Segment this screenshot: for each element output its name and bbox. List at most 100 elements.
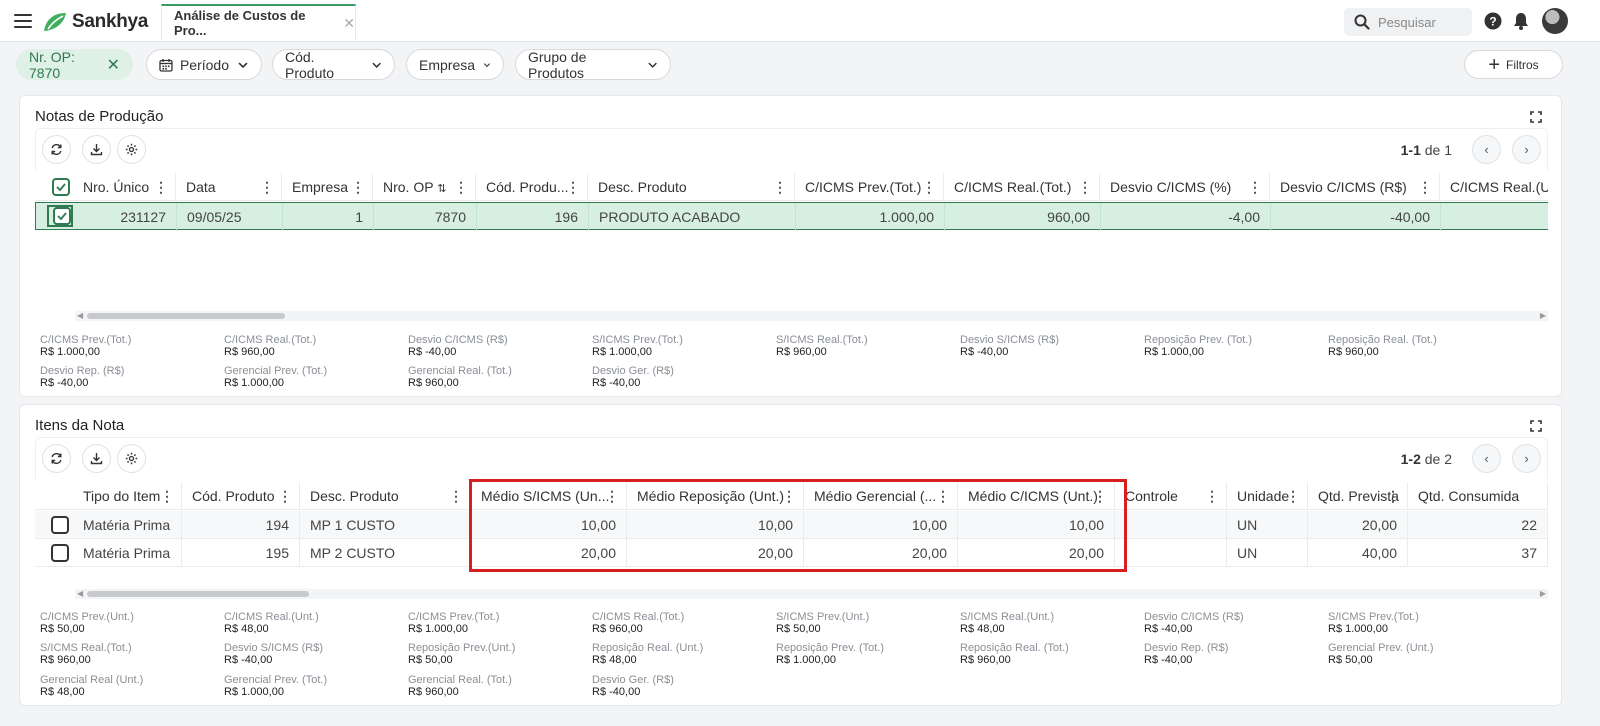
tab-analise-custos[interactable]: Análise de Custos de Pro... ✕ (161, 4, 356, 40)
col-header[interactable]: Nro. OP ⇅ ⋮ (373, 173, 476, 201)
scroll-left-icon[interactable]: ◀ (77, 311, 83, 321)
col-header[interactable]: Tipo do Item ⋮ (73, 482, 182, 510)
menu-icon[interactable] (14, 14, 32, 28)
filter-empresa[interactable]: Empresa (406, 49, 504, 80)
column-menu-icon[interactable]: ⋮ (1286, 482, 1300, 510)
table-row[interactable]: Matéria Prima 195 MP 2 CUSTO 20,00 20,00… (35, 539, 1548, 567)
col-header[interactable]: Cód. Produto ⋮ (182, 482, 300, 510)
col-header[interactable]: Nro. Único ⋮ (73, 173, 176, 201)
col-header[interactable]: C/ICMS Prev.(Tot.) ⋮ (795, 173, 944, 201)
cell: UN (1227, 511, 1308, 539)
column-menu-icon[interactable]: ⋮ (605, 482, 619, 510)
column-menu-icon[interactable]: ⋮ (278, 482, 292, 510)
cell: 40,00 (1308, 539, 1408, 567)
row-checkbox[interactable] (53, 207, 71, 225)
col-header[interactable]: Desvio C/ICMS (%) ⋮ (1100, 173, 1270, 201)
column-menu-icon[interactable]: ⋮ (566, 173, 580, 201)
total-label: S/ICMS Prev.(Tot.) (592, 334, 683, 346)
cell: 960,00 (945, 203, 1101, 231)
column-menu-icon[interactable]: ⋮ (154, 173, 168, 201)
column-menu-icon[interactable]: ⋮ (1386, 482, 1400, 510)
horizontal-scrollbar[interactable]: ◀ ▶ (75, 311, 1548, 321)
filter-chip-nr-op[interactable]: Nr. OP: 7870 ✕ (16, 49, 133, 81)
col-header[interactable]: Desc. Produto ⋮ (300, 482, 471, 510)
app-logo[interactable]: Sankhya (42, 10, 148, 34)
cell: -40,00 (1271, 203, 1441, 231)
column-menu-icon[interactable]: ⋮ (936, 482, 950, 510)
column-menu-icon[interactable]: ⋮ (1078, 173, 1092, 201)
col-header[interactable]: Qtd. Consumida (1408, 482, 1548, 510)
col-header[interactable]: Qtd. Prevista ⋮ (1308, 482, 1408, 510)
col-header[interactable]: Empresa ⋮ (282, 173, 373, 201)
sort-icon[interactable]: ⇅ (437, 183, 446, 195)
column-menu-icon[interactable]: ⋮ (260, 173, 274, 201)
col-header[interactable]: Data ⋮ (176, 173, 282, 201)
col-label: Unidade (1237, 488, 1290, 504)
total-item: Desvio Ger. (R$) R$ -40,00 (592, 674, 776, 698)
filter-cod-produto[interactable]: Cód. Produto (272, 49, 395, 81)
filtros-button[interactable]: + Filtros (1464, 50, 1563, 79)
col-header[interactable]: Desvio C/ICMS (R$) ⋮ (1270, 173, 1440, 201)
table-row[interactable]: Matéria Prima 194 MP 1 CUSTO 10,00 10,00… (35, 511, 1548, 539)
col-header[interactable]: Unidade ⋮ (1227, 482, 1308, 510)
col-header[interactable]: Médio C/ICMS (Unt.) ⋮ (958, 482, 1115, 510)
scrollbar-thumb[interactable] (87, 313, 285, 319)
scroll-right-icon[interactable]: ▶ (1540, 589, 1546, 599)
download-button[interactable] (82, 135, 111, 164)
prev-page-button[interactable]: ‹ (1472, 444, 1501, 473)
column-menu-icon[interactable]: ⋮ (1093, 482, 1107, 510)
col-header[interactable]: Médio S/ICMS (Un... ⋮ (471, 482, 627, 510)
bell-icon[interactable] (1512, 12, 1530, 30)
expand-icon[interactable] (1530, 420, 1542, 432)
refresh-button[interactable] (42, 444, 71, 473)
scroll-right-icon[interactable]: ▶ (1540, 311, 1546, 321)
cell (1115, 511, 1227, 539)
column-menu-icon[interactable]: ⋮ (1418, 173, 1432, 201)
scroll-left-icon[interactable]: ◀ (77, 589, 83, 599)
pager-info: 1-1 de 1 (1401, 142, 1452, 158)
column-menu-icon[interactable]: ⋮ (351, 173, 365, 201)
settings-button[interactable] (117, 444, 146, 473)
close-icon[interactable]: ✕ (343, 15, 355, 32)
search-input[interactable]: Pesquisar (1344, 8, 1472, 36)
column-menu-icon[interactable]: ⋮ (782, 482, 796, 510)
col-header[interactable]: Desc. Produto ⋮ (588, 173, 795, 201)
table-row[interactable]: 231127 09/05/25 1 7870 196 PRODUTO ACABA… (35, 202, 1548, 231)
col-header[interactable]: C/ICMS Real.(Tot.) ⋮ (944, 173, 1100, 201)
help-icon[interactable]: ? (1484, 12, 1502, 30)
scrollbar-thumb[interactable] (87, 591, 309, 597)
grid-toolbar: 1-1 de 1 ‹ › (35, 128, 1548, 170)
row-checkbox[interactable] (51, 516, 69, 534)
col-header[interactable]: C/ICMS Real.(U (1440, 173, 1548, 201)
total-label: Desvio S/ICMS (R$) (224, 642, 324, 654)
column-menu-icon[interactable]: ⋮ (1248, 173, 1262, 201)
refresh-button[interactable] (42, 135, 71, 164)
column-menu-icon[interactable]: ⋮ (773, 173, 787, 201)
column-menu-icon[interactable]: ⋮ (922, 173, 936, 201)
col-header[interactable]: Médio Reposição (Unt.) ⋮ (627, 482, 804, 510)
column-menu-icon[interactable]: ⋮ (449, 482, 463, 510)
col-header[interactable]: Cód. Produ... ⋮ (476, 173, 588, 201)
total-item: S/ICMS Real.(Tot.) R$ 960,00 (40, 642, 224, 666)
col-header[interactable]: Médio Gerencial (... ⋮ (804, 482, 958, 510)
filter-periodo[interactable]: Período (146, 49, 262, 80)
column-menu-icon[interactable]: ⋮ (160, 482, 174, 510)
expand-icon[interactable] (1530, 111, 1542, 123)
settings-button[interactable] (117, 135, 146, 164)
col-header[interactable]: Controle ⋮ (1115, 482, 1227, 510)
filter-grupo-produtos[interactable]: Grupo de Produtos (515, 49, 671, 81)
download-button[interactable] (82, 444, 111, 473)
next-page-button[interactable]: › (1512, 444, 1541, 473)
avatar[interactable] (1542, 8, 1568, 34)
column-menu-icon[interactable]: ⋮ (454, 173, 468, 201)
row-checkbox[interactable] (51, 544, 69, 562)
remove-filter-icon[interactable]: ✕ (107, 55, 120, 75)
column-menu-icon[interactable]: ⋮ (1205, 482, 1219, 510)
total-label: Reposição Real. (Unt.) (592, 642, 704, 654)
prev-page-button[interactable]: ‹ (1472, 135, 1501, 164)
next-page-button[interactable]: › (1512, 135, 1541, 164)
select-all-checkbox[interactable] (52, 178, 70, 196)
horizontal-scrollbar[interactable]: ◀ ▶ (75, 589, 1548, 599)
gear-icon (125, 452, 138, 465)
chevron-right-icon: › (1524, 451, 1529, 466)
